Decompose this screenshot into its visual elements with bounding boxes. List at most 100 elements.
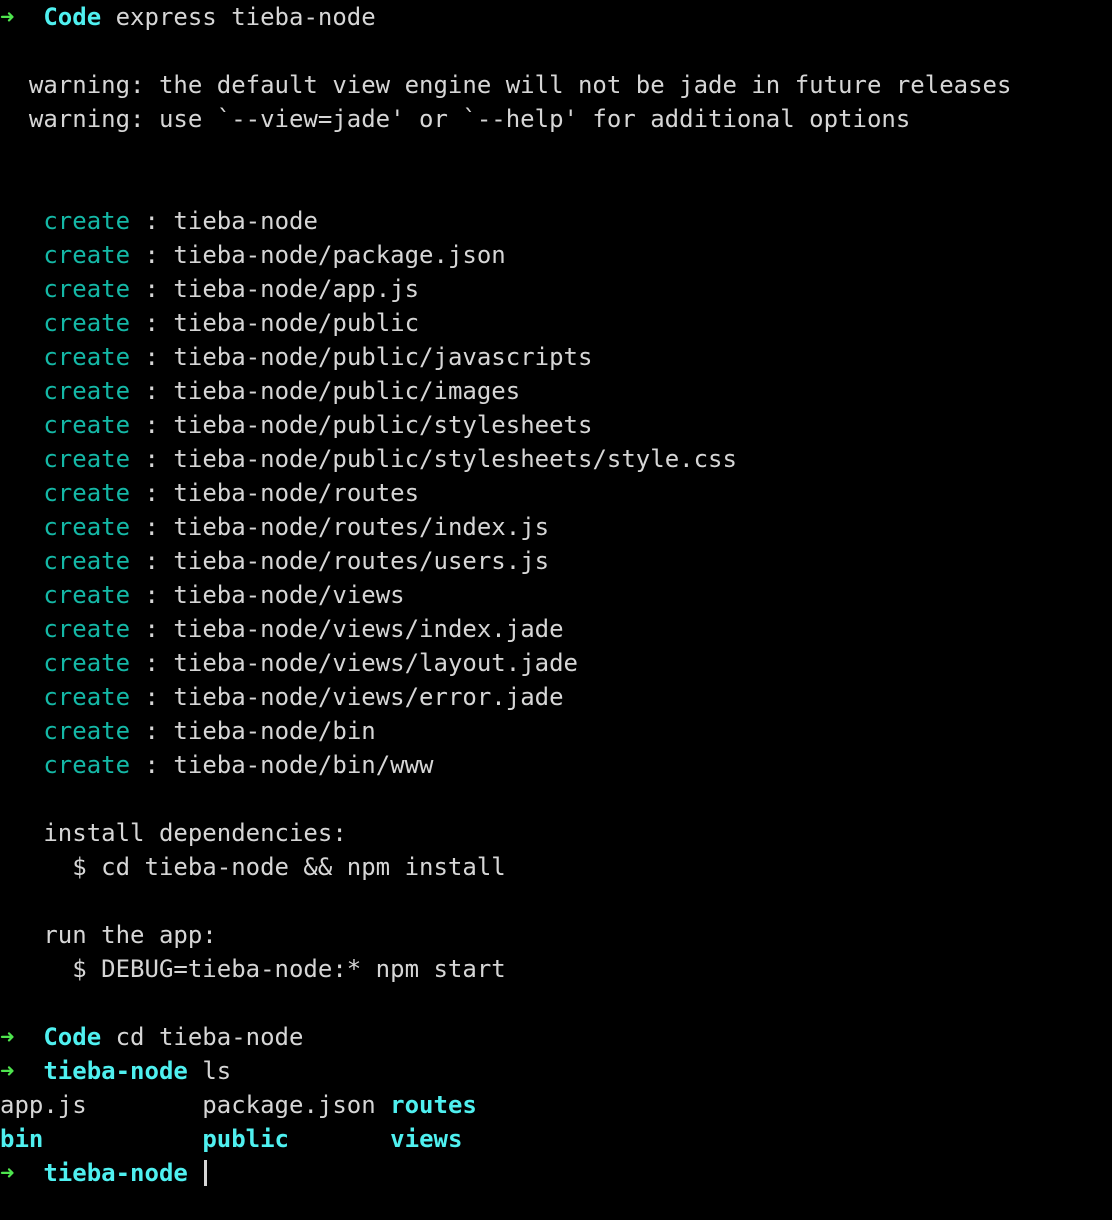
prompt-arrow-icon: ➜ xyxy=(0,3,15,31)
create-indent xyxy=(0,751,43,779)
create-line: create : tieba-node/app.js xyxy=(0,272,1112,306)
create-separator: : xyxy=(130,513,174,541)
prompt-context-code: Code xyxy=(43,1023,102,1051)
prompt-gap-2 xyxy=(188,1159,202,1187)
create-separator: : xyxy=(130,309,174,337)
create-label: create xyxy=(43,717,131,745)
create-path: tieba-node/app.js xyxy=(173,275,420,303)
create-path: tieba-node/routes/users.js xyxy=(173,547,550,575)
ls-pad-2 xyxy=(376,1091,390,1119)
create-path: tieba-node/public/javascripts xyxy=(173,343,593,371)
create-line: create : tieba-node/routes/users.js xyxy=(0,544,1112,578)
create-label: create xyxy=(43,275,131,303)
create-separator: : xyxy=(130,581,174,609)
warning-line-2: warning: use `--view=jade' or `--help' f… xyxy=(0,105,911,133)
create-indent xyxy=(0,649,43,677)
create-label: create xyxy=(43,751,131,779)
prompt-line-cd: ➜ Code cd tieba-node xyxy=(0,1020,1112,1054)
create-separator: : xyxy=(130,343,174,371)
prompt-arrow-icon: ➜ xyxy=(0,1023,15,1051)
create-separator: : xyxy=(130,649,174,677)
create-path: tieba-node/public xyxy=(173,309,420,337)
terminal-window[interactable]: ➜ Code express tieba-node warning: the d… xyxy=(0,0,1112,1220)
create-line: create : tieba-node/views/error.jade xyxy=(0,680,1112,714)
prompt-gap-1 xyxy=(14,1159,43,1187)
create-path: tieba-node/views/error.jade xyxy=(173,683,564,711)
create-line: create : tieba-node/package.json xyxy=(0,238,1112,272)
create-output-block: create : tieba-node create : tieba-node/… xyxy=(0,204,1112,782)
prompt-command-express: express tieba-node xyxy=(115,3,376,31)
create-indent xyxy=(0,309,43,337)
create-path: tieba-node/public/stylesheets xyxy=(173,411,593,439)
ls-item-routes: routes xyxy=(390,1091,477,1119)
create-path: tieba-node/views/index.jade xyxy=(173,615,564,643)
prompt-gap-2 xyxy=(188,1057,202,1085)
create-label: create xyxy=(43,581,131,609)
create-line: create : tieba-node/public/stylesheets/s… xyxy=(0,442,1112,476)
prompt-line-active[interactable]: ➜ tieba-node xyxy=(0,1156,1112,1190)
install-heading: install dependencies: xyxy=(0,819,347,847)
create-path: tieba-node/views xyxy=(173,581,405,609)
prompt-context-tieba-node: tieba-node xyxy=(43,1159,188,1187)
create-indent xyxy=(0,717,43,745)
ls-item-views: views xyxy=(390,1125,463,1153)
create-separator: : xyxy=(130,207,174,235)
create-separator: : xyxy=(130,615,174,643)
prompt-gap-1 xyxy=(14,1023,43,1051)
create-line: create : tieba-node/bin xyxy=(0,714,1112,748)
create-label: create xyxy=(43,343,131,371)
create-label: create xyxy=(43,649,131,677)
create-path: tieba-node/routes/index.js xyxy=(173,513,550,541)
run-command: $ DEBUG=tieba-node:* npm start xyxy=(0,955,506,983)
create-indent xyxy=(0,241,43,269)
prompt-command-ls: ls xyxy=(202,1057,232,1085)
ls-pad-1 xyxy=(87,1091,203,1119)
create-indent xyxy=(0,513,43,541)
ls-item-package-json: package.json xyxy=(202,1091,376,1119)
create-indent xyxy=(0,581,43,609)
create-label: create xyxy=(43,683,131,711)
create-indent xyxy=(0,343,43,371)
create-line: create : tieba-node/views xyxy=(0,578,1112,612)
create-path: tieba-node/views/layout.jade xyxy=(173,649,578,677)
create-label: create xyxy=(43,615,131,643)
create-line: create : tieba-node/public/javascripts xyxy=(0,340,1112,374)
ls-pad-4 xyxy=(289,1125,390,1153)
ls-output-row-1: app.js package.json routes xyxy=(0,1088,1112,1122)
text-cursor xyxy=(204,1160,208,1186)
create-path: tieba-node/routes xyxy=(173,479,420,507)
create-indent xyxy=(0,377,43,405)
create-line: create : tieba-node/public xyxy=(0,306,1112,340)
create-separator: : xyxy=(130,717,174,745)
create-line: create : tieba-node xyxy=(0,204,1112,238)
prompt-gap-2 xyxy=(101,1023,115,1051)
create-indent xyxy=(0,445,43,473)
prompt-context-code: Code xyxy=(43,3,102,31)
create-separator: : xyxy=(130,377,174,405)
create-path: tieba-node/public/stylesheets/style.css xyxy=(173,445,737,473)
prompt-line-ls: ➜ tieba-node ls xyxy=(0,1054,1112,1088)
create-line: create : tieba-node/public/images xyxy=(0,374,1112,408)
create-path: tieba-node/bin/www xyxy=(173,751,434,779)
create-indent xyxy=(0,547,43,575)
create-separator: : xyxy=(130,241,174,269)
prompt-arrow-icon: ➜ xyxy=(0,1057,15,1085)
create-label: create xyxy=(43,309,131,337)
create-line: create : tieba-node/public/stylesheets xyxy=(0,408,1112,442)
create-line: create : tieba-node/views/index.jade xyxy=(0,612,1112,646)
create-path: tieba-node/public/images xyxy=(173,377,521,405)
create-separator: : xyxy=(130,751,174,779)
create-label: create xyxy=(43,411,131,439)
create-line: create : tieba-node/views/layout.jade xyxy=(0,646,1112,680)
create-indent xyxy=(0,411,43,439)
create-indent xyxy=(0,207,43,235)
run-heading: run the app: xyxy=(0,921,217,949)
create-path: tieba-node/bin xyxy=(173,717,376,745)
prompt-gap-1 xyxy=(14,1057,43,1085)
create-indent xyxy=(0,683,43,711)
